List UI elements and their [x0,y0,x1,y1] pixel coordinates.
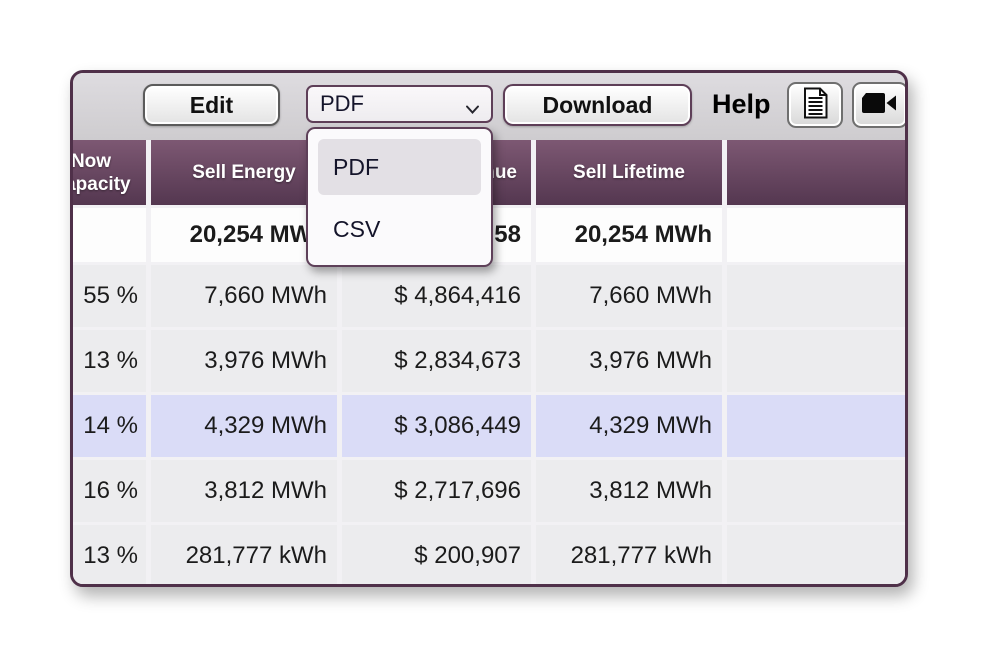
help-label: Help [712,89,771,120]
lifetime-cell[interactable]: 281,777 kWh [536,525,722,587]
video-camera-icon [862,91,898,120]
help-video-button[interactable] [852,82,908,128]
capacity-cell[interactable]: 14 % [70,395,146,457]
menu-item-pdf[interactable]: PDF [318,139,481,195]
revenue-cell[interactable]: $ 2,717,696 [342,460,531,522]
capacity-cell[interactable]: 55 % [70,265,146,327]
empty-cell[interactable] [727,265,908,327]
empty-cell[interactable] [727,460,908,522]
empty-cell[interactable] [727,525,908,587]
energy-cell[interactable]: 3,812 MWh [151,460,337,522]
chevron-down-icon [464,98,481,124]
column-header-now-capacity[interactable]: Now Capacity [70,140,146,205]
export-format-menu: PDF CSV [306,127,493,267]
column-header-line2: Capacity [70,173,131,196]
capacity-cell[interactable]: 13 % [70,330,146,392]
energy-cell[interactable]: 3,976 MWh [151,330,337,392]
export-format-value: PDF [320,91,364,117]
column-header-sell-lifetime[interactable]: Sell Lifetime [536,140,722,205]
revenue-cell[interactable]: $ 200,907 [342,525,531,587]
report-window: Now Capacity Sell Energy Sell Revenue Se… [70,70,908,587]
total-lifetime-cell: 20,254 MWh [536,208,722,262]
lifetime-cell[interactable]: 4,329 MWh [536,395,722,457]
lifetime-cell[interactable]: 3,976 MWh [536,330,722,392]
export-format-select[interactable]: PDF [306,85,493,123]
download-button[interactable]: Download [503,84,692,126]
revenue-cell[interactable]: $ 4,864,416 [342,265,531,327]
document-icon [802,87,829,124]
column-header-empty [727,140,908,205]
total-capacity-cell [70,208,146,262]
menu-item-csv[interactable]: CSV [318,201,481,257]
empty-cell[interactable] [727,330,908,392]
capacity-cell[interactable]: 13 % [70,525,146,587]
column-header-line1: Now [71,150,111,173]
energy-cell[interactable]: 7,660 MWh [151,265,337,327]
help-document-button[interactable] [787,82,843,128]
energy-cell[interactable]: 281,777 kWh [151,525,337,587]
total-empty-cell [727,208,908,262]
capacity-cell[interactable]: 16 % [70,460,146,522]
revenue-cell[interactable]: $ 3,086,449 [342,395,531,457]
edit-button[interactable]: Edit [143,84,280,126]
lifetime-cell[interactable]: 7,660 MWh [536,265,722,327]
energy-cell[interactable]: 4,329 MWh [151,395,337,457]
lifetime-cell[interactable]: 3,812 MWh [536,460,722,522]
empty-cell[interactable] [727,395,908,457]
revenue-cell[interactable]: $ 2,834,673 [342,330,531,392]
